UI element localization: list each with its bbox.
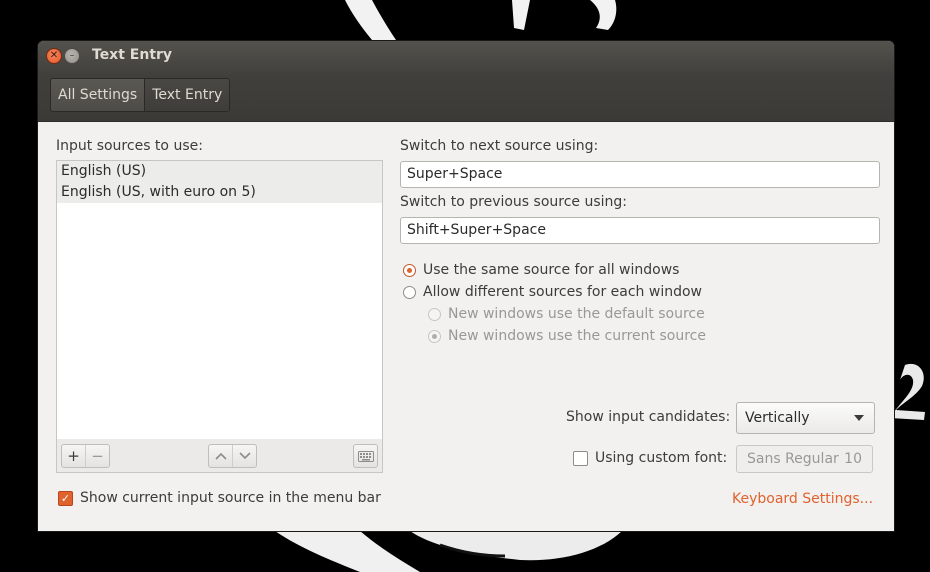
titlebar: ✕ – Text Entry All Settings Text Entry — [38, 41, 894, 122]
radio-default-label: New windows use the default source — [448, 306, 705, 322]
chevron-down-icon — [854, 415, 864, 421]
move-group — [208, 444, 257, 468]
candidates-label: Show input candidates: — [566, 409, 731, 425]
input-sources-label: Input sources to use: — [56, 138, 203, 154]
keyboard-settings-link[interactable]: Keyboard Settings... — [732, 491, 873, 507]
move-down-icon[interactable] — [232, 445, 256, 467]
list-item[interactable]: English (US, with euro on 5) — [57, 182, 382, 203]
radio-button — [428, 307, 441, 321]
remove-icon[interactable]: − — [85, 445, 109, 467]
candidates-dropdown[interactable]: Vertically — [736, 402, 875, 434]
minimize-icon[interactable]: – — [64, 48, 80, 64]
candidates-value: Vertically — [745, 410, 810, 426]
list-item[interactable]: English (US) — [57, 161, 382, 182]
font-name: Sans Regular — [747, 451, 839, 467]
nav-all-settings[interactable]: All Settings — [51, 79, 145, 111]
menubar-checkbox-label: Show current input source in the menu ba… — [80, 490, 381, 506]
next-source-label: Switch to next source using: — [400, 138, 599, 154]
custom-font-checkbox-row[interactable]: Using custom font: — [573, 450, 727, 466]
radio-same-source[interactable]: Use the same source for all windows — [403, 262, 679, 278]
next-source-shortcut[interactable]: Super+Space — [400, 161, 880, 188]
window-title: Text Entry — [92, 47, 173, 63]
prev-source-shortcut[interactable]: Shift+Super+Space — [400, 217, 880, 244]
radio-button[interactable] — [403, 285, 416, 299]
add-icon[interactable]: + — [62, 445, 85, 467]
add-remove-group: + − — [61, 444, 110, 468]
radio-current-label: New windows use the current source — [448, 328, 706, 344]
font-chooser-button[interactable]: Sans Regular 10 — [736, 445, 873, 473]
keyboard-icon[interactable] — [354, 445, 377, 467]
radio-same-label: Use the same source for all windows — [423, 262, 680, 278]
radio-different-label: Allow different sources for each window — [423, 284, 702, 300]
radio-different-sources[interactable]: Allow different sources for each window — [403, 284, 702, 300]
menubar-checkbox-row[interactable]: ✓ Show current input source in the menu … — [58, 490, 381, 506]
input-sources-list: English (US) English (US, with euro on 5… — [56, 160, 383, 440]
custom-font-checkbox[interactable] — [573, 450, 588, 466]
radio-current-source: New windows use the current source — [428, 328, 706, 344]
close-icon[interactable]: ✕ — [46, 48, 62, 64]
radio-button — [428, 329, 441, 343]
nav-text-entry[interactable]: Text Entry — [144, 79, 230, 111]
prev-source-label: Switch to previous source using: — [400, 194, 628, 210]
text-entry-window: ✕ – Text Entry All Settings Text Entry I… — [38, 41, 894, 531]
breadcrumb: All Settings Text Entry — [50, 78, 231, 112]
list-toolbar: + − — [56, 439, 383, 473]
custom-font-label: Using custom font: — [595, 450, 728, 466]
font-size: 10 — [844, 451, 862, 467]
radio-default-source: New windows use the default source — [428, 306, 705, 322]
radio-button[interactable] — [403, 263, 416, 277]
menubar-checkbox[interactable]: ✓ — [58, 490, 73, 506]
move-up-icon[interactable] — [209, 445, 232, 467]
keyboard-group — [353, 444, 378, 468]
